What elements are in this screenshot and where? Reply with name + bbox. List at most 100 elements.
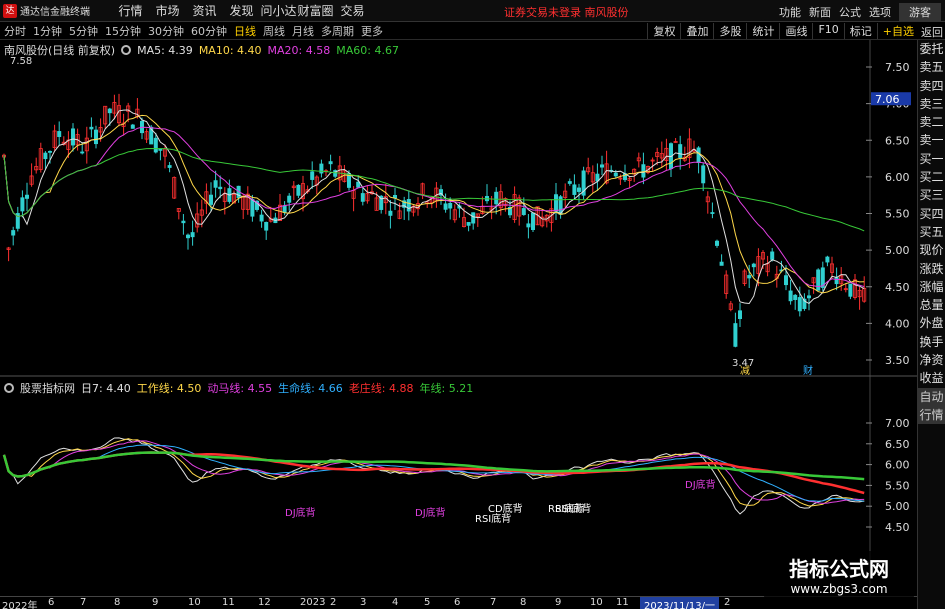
kline-chart[interactable]: 7.50 7.00 6.50 6.00 5.50 5.00 4.50 4.00 3.50 7.06… <box>0 0 945 609</box>
candle-body <box>296 184 301 196</box>
side-field-10[interactable]: 买五 <box>918 223 945 241</box>
date-tick-19: 2023/11/13/一 <box>640 597 720 609</box>
price-tick-label-2: 6.50 <box>885 134 910 147</box>
side-field-7[interactable]: 买二 <box>918 168 945 186</box>
candle-body <box>107 108 112 114</box>
candle-body <box>443 203 448 210</box>
signal-label-3: RSI底背 <box>475 512 511 525</box>
price-tick-label-6: 4.50 <box>885 281 910 294</box>
date-tick-13: 6 <box>454 597 461 608</box>
candle-body <box>747 275 752 279</box>
candle-body <box>678 144 683 158</box>
candle-body <box>770 251 775 260</box>
side-field-9[interactable]: 买四 <box>918 205 945 223</box>
date-tick-1: 6 <box>48 597 55 608</box>
moving-average-lines <box>3 109 865 305</box>
candle-body <box>715 240 720 246</box>
candle-body <box>213 180 218 188</box>
date-tick-3: 8 <box>114 597 121 608</box>
date-tick-8: 2023 <box>300 597 326 608</box>
date-tick-10: 3 <box>360 597 367 608</box>
candle-body <box>784 275 789 286</box>
candlestick-series <box>2 93 867 348</box>
date-tick-9: 2 <box>330 597 337 608</box>
side-field-15[interactable]: 外盘 <box>918 314 945 332</box>
candle-body <box>554 194 559 212</box>
candle-body <box>531 212 536 231</box>
side-field-1[interactable]: 卖五 <box>918 58 945 76</box>
candle-body <box>282 205 287 213</box>
side-field-8[interactable]: 买三 <box>918 186 945 204</box>
candle-body <box>526 223 531 228</box>
signal-label-1: DJ底背 <box>415 506 446 519</box>
candle-body <box>57 131 62 138</box>
candle-body <box>600 164 605 168</box>
marker-finance: 财 <box>803 364 813 377</box>
side-field-2[interactable]: 卖四 <box>918 77 945 95</box>
side-field-16[interactable]: 换手 <box>918 333 945 351</box>
price-tick-label-5: 5.00 <box>885 244 910 257</box>
date-tick-6: 11 <box>222 597 235 608</box>
price-tick-label-4: 5.50 <box>885 208 910 221</box>
candle-body <box>406 199 411 212</box>
candle-body <box>696 147 701 163</box>
date-tick-17: 10 <box>590 597 603 608</box>
side-field-18[interactable]: 收益 <box>918 369 945 387</box>
side-field-5[interactable]: 卖一 <box>918 131 945 149</box>
ind-tick-label-0: 7.00 <box>885 417 910 430</box>
candle-body <box>613 172 618 177</box>
side-field-13[interactable]: 涨幅 <box>918 278 945 296</box>
candle-body <box>738 310 743 319</box>
date-tick-5: 10 <box>188 597 201 608</box>
side-field-17[interactable]: 净资 <box>918 351 945 369</box>
side-field-11[interactable]: 现价 <box>918 241 945 259</box>
candle-body <box>448 202 453 209</box>
candle-body <box>567 181 572 184</box>
date-tick-7: 12 <box>258 597 271 608</box>
signal-label-0: DJ底背 <box>285 506 316 519</box>
candle-body <box>89 126 94 130</box>
ma-line-60 <box>3 147 865 232</box>
candle-body <box>494 191 499 205</box>
candle-body <box>153 137 158 153</box>
candle-body <box>701 165 706 184</box>
side-field-20[interactable]: 行情 <box>918 405 945 425</box>
side-field-6[interactable]: 买一 <box>918 150 945 168</box>
side-field-0[interactable]: 委托 <box>918 40 945 58</box>
candle-body <box>825 256 830 263</box>
watermark-url: www.zbgs3.com <box>790 582 888 596</box>
candle-body <box>577 187 582 192</box>
side-field-19[interactable]: 自动 <box>918 387 945 406</box>
candle-body <box>834 277 839 285</box>
price-tick-label-3: 6.00 <box>885 171 910 184</box>
date-tick-4: 9 <box>152 597 159 608</box>
candle-body <box>218 186 223 190</box>
candle-body <box>521 208 526 215</box>
side-field-4[interactable]: 卖二 <box>918 113 945 131</box>
candle-body <box>48 150 53 153</box>
date-tick-0: 2022年 <box>2 601 38 609</box>
candle-body <box>20 197 25 212</box>
candle-body <box>181 220 186 224</box>
watermark-title: 指标公式网 <box>789 557 889 581</box>
candle-body <box>816 269 821 291</box>
quote-side-panel: 委托 卖五 卖四 卖三 卖二 卖一 买一 买二 买三 买四 买五 现价 涨跌 涨幅 总量 外盘 换手 净资 收益 自动… <box>917 40 945 609</box>
candle-body <box>360 193 365 202</box>
side-field-12[interactable]: 涨跌 <box>918 260 945 278</box>
ind-tick-label-1: 6.50 <box>885 438 910 451</box>
ma-line-5 <box>3 109 865 305</box>
candle-body <box>310 171 315 180</box>
side-field-14[interactable]: 总量 <box>918 296 945 314</box>
ind-tick-label-3: 5.50 <box>885 479 910 492</box>
price-tick-label-0: 7.50 <box>885 61 910 74</box>
side-field-3[interactable]: 卖三 <box>918 95 945 113</box>
candle-body <box>788 290 793 302</box>
indicator-line-0 <box>3 437 865 515</box>
candle-body <box>719 261 724 266</box>
marker-reduce: 减 <box>740 365 750 377</box>
candle-body <box>710 212 715 214</box>
current-price-label: 7.06 <box>875 93 900 106</box>
candle-body <box>208 194 213 205</box>
candle-body <box>572 184 577 195</box>
candle-body <box>471 212 476 224</box>
